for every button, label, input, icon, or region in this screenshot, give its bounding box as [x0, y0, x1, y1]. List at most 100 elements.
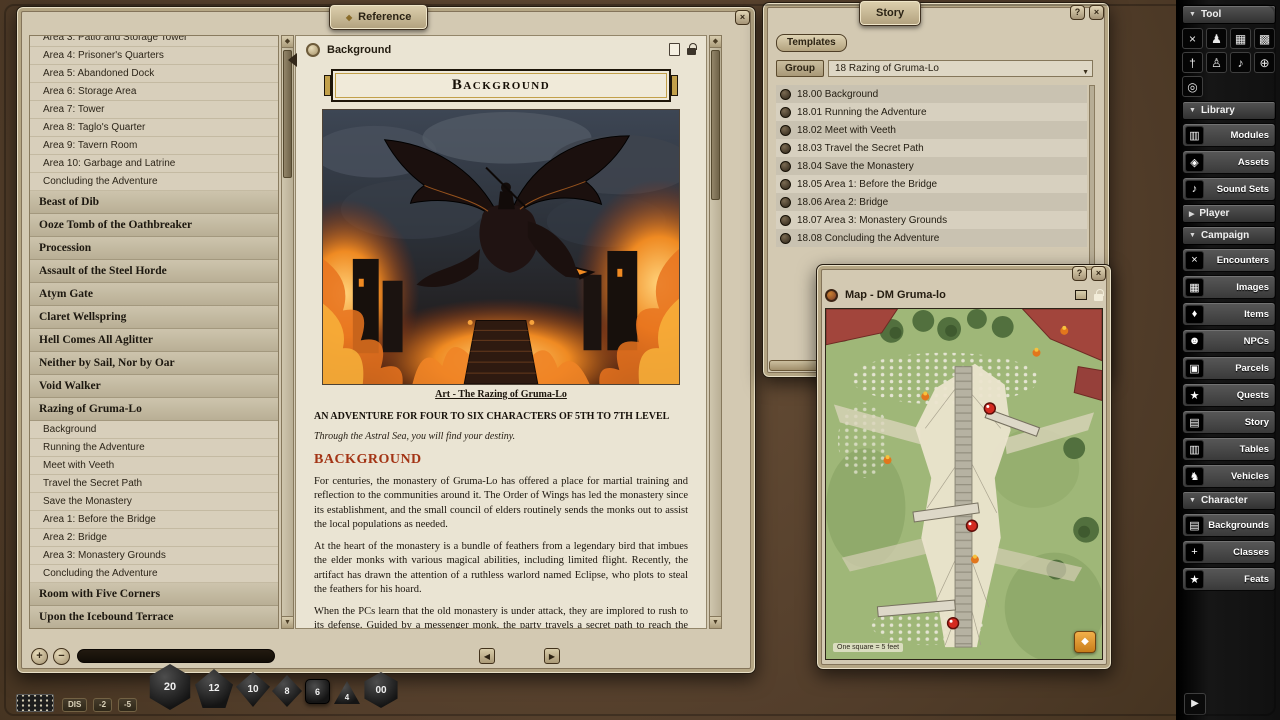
die-d4[interactable]: 4: [334, 680, 360, 705]
story-entry[interactable]: 18.03 Travel the Secret Path: [776, 139, 1087, 157]
lock-icon[interactable]: [687, 48, 696, 55]
dice-tower-icon[interactable]: ▩: [1254, 28, 1275, 49]
collapse-toc-button[interactable]: [288, 53, 297, 67]
sidebar-item-parcels[interactable]: ▣ Parcels: [1182, 356, 1276, 380]
toc-item[interactable]: Claret Wellspring: [30, 306, 278, 329]
die-d12[interactable]: 12: [195, 669, 233, 708]
toc-scroll-down-icon[interactable]: ▼: [282, 616, 293, 628]
toc-item[interactable]: Upon the Icebound Terrace: [30, 606, 278, 629]
toc-item[interactable]: Running the Adventure: [30, 439, 278, 457]
modifier-dis[interactable]: DIS: [62, 698, 87, 712]
toc-item[interactable]: Concluding the Adventure: [30, 565, 278, 583]
story-entry[interactable]: 18.08 Concluding the Adventure: [776, 229, 1087, 247]
toc-item[interactable]: Razing of Gruma-Lo: [30, 398, 278, 421]
toc-item[interactable]: Area 6: Storage Area: [30, 83, 278, 101]
sidebar-section-campaign[interactable]: ▼ Campaign: [1182, 226, 1276, 245]
map-lock-icon[interactable]: [1094, 294, 1103, 301]
story-entry[interactable]: 18.02 Meet with Veeth: [776, 121, 1087, 139]
toc-item[interactable]: Void Walker: [30, 375, 278, 398]
modifier-minus-2[interactable]: -2: [93, 698, 112, 712]
die-d100[interactable]: 00: [363, 672, 399, 708]
sidebar-item-sound-sets[interactable]: ♪ Sound Sets: [1182, 177, 1276, 201]
sidebar-item-encounters[interactable]: × Encounters: [1182, 248, 1276, 272]
page-scrollbar-thumb[interactable]: [711, 50, 720, 200]
sidebar-item-tables[interactable]: ▥ Tables: [1182, 437, 1276, 461]
reference-close-button[interactable]: ×: [735, 10, 750, 25]
reference-window-tab[interactable]: ◆ Reference: [329, 4, 428, 30]
sidebar-item-feats[interactable]: ★ Feats: [1182, 567, 1276, 591]
toc-item[interactable]: Area 9: Tavern Room: [30, 137, 278, 155]
die-d6[interactable]: 6: [305, 679, 330, 704]
targeting-icon[interactable]: ◎: [1182, 76, 1203, 97]
zoom-in-button[interactable]: +: [31, 648, 48, 665]
sidebar-item-quests[interactable]: ★ Quests: [1182, 383, 1276, 407]
die-d20[interactable]: 20: [148, 664, 192, 710]
page-scrollbar[interactable]: ◆ ▼: [709, 35, 722, 629]
map-pan-button[interactable]: ◆: [1074, 631, 1096, 653]
story-entry[interactable]: 18.07 Area 3: Monastery Grounds: [776, 211, 1087, 229]
map-close-button[interactable]: ×: [1091, 266, 1106, 281]
share-window-icon[interactable]: [669, 43, 680, 56]
toc-item[interactable]: Area 8: Taglo's Quarter: [30, 119, 278, 137]
story-entry[interactable]: 18.00 Background: [776, 85, 1087, 103]
sidebar-item-classes[interactable]: + Classes: [1182, 540, 1276, 564]
calendar-icon[interactable]: ▦: [1230, 28, 1251, 49]
toc-item[interactable]: Beast of Dib: [30, 191, 278, 214]
story-entry[interactable]: 18.06 Area 2: Bridge: [776, 193, 1087, 211]
chat-window-minimized[interactable]: [16, 694, 54, 712]
story-close-button[interactable]: ×: [1089, 5, 1104, 20]
art-caption-link[interactable]: Art - The Razing of Gruma-Lo: [296, 389, 706, 400]
group-label-button[interactable]: Group: [776, 60, 824, 77]
toc-item[interactable]: Area 4: Prisoner's Quarters: [30, 47, 278, 65]
crossed-swords-icon[interactable]: ×: [1182, 28, 1203, 49]
toc-item[interactable]: Assault of the Steel Horde: [30, 260, 278, 283]
story-entry[interactable]: 18.05 Area 1: Before the Bridge: [776, 175, 1087, 193]
toc-scrollbar-thumb[interactable]: [283, 50, 292, 178]
toc-item[interactable]: Area 7: Tower: [30, 101, 278, 119]
toc-item[interactable]: Neither by Sail, Nor by Oar: [30, 352, 278, 375]
sidebar-item-backgrounds[interactable]: ▤ Backgrounds: [1182, 513, 1276, 537]
play-button[interactable]: ▶: [1184, 693, 1206, 715]
page-link-token[interactable]: [306, 43, 320, 57]
toc-item[interactable]: Room with Five Corners: [30, 583, 278, 606]
zoom-out-button[interactable]: −: [53, 648, 70, 665]
die-d8[interactable]: 8: [272, 675, 302, 707]
story-entry[interactable]: 18.01 Running the Adventure: [776, 103, 1087, 121]
toc-item[interactable]: Area 10: Garbage and Latrine: [30, 155, 278, 173]
sidebar-item-modules[interactable]: ▥ Modules: [1182, 123, 1276, 147]
toc-item[interactable]: Meet with Veeth: [30, 457, 278, 475]
toc-item[interactable]: Area 3: Monastery Grounds: [30, 547, 278, 565]
modifier-minus-5[interactable]: -5: [118, 698, 137, 712]
adventure-art-image[interactable]: [322, 109, 680, 385]
toc-item[interactable]: Area 2: Bridge: [30, 529, 278, 547]
sidebar-section-library[interactable]: ▼ Library: [1182, 101, 1276, 120]
toc-scroll-up-icon[interactable]: ◆: [282, 36, 293, 48]
toc-item[interactable]: Area 1: Before the Bridge: [30, 511, 278, 529]
pregen-characters-icon[interactable]: ♙: [1206, 52, 1227, 73]
templates-button[interactable]: Templates: [776, 34, 847, 52]
sound-icon[interactable]: ♪: [1230, 52, 1251, 73]
party-icon[interactable]: ♟: [1206, 28, 1227, 49]
effects-icon[interactable]: †: [1182, 52, 1203, 73]
toc-item[interactable]: Hell Comes All Aglitter: [30, 329, 278, 352]
story-help-button[interactable]: ?: [1070, 5, 1085, 20]
toc-item[interactable]: Area 3: Patio and Storage Tower: [30, 35, 278, 47]
group-dropdown[interactable]: 18 Razing of Gruma-Lo ▼: [828, 60, 1093, 77]
map-link-token[interactable]: [825, 289, 838, 302]
toc-item[interactable]: Atym Gate: [30, 283, 278, 306]
toc-item[interactable]: Save the Monastery: [30, 493, 278, 511]
sidebar-item-images[interactable]: ▦ Images: [1182, 275, 1276, 299]
sidebar-item-items[interactable]: ♦ Items: [1182, 302, 1276, 326]
toc-item[interactable]: Ooze Tomb of the Oathbreaker: [30, 214, 278, 237]
page-scroll-up-icon[interactable]: ◆: [710, 36, 721, 48]
toc-item[interactable]: Concluding the Adventure: [30, 173, 278, 191]
sidebar-item-npcs[interactable]: ☻ NPCs: [1182, 329, 1276, 353]
page-scroll-down-icon[interactable]: ▼: [710, 616, 721, 628]
sidebar-item-assets[interactable]: ◈ Assets: [1182, 150, 1276, 174]
toc-item[interactable]: Background: [30, 421, 278, 439]
sidebar-item-vehicles[interactable]: ♞ Vehicles: [1182, 464, 1276, 488]
map-help-button[interactable]: ?: [1072, 266, 1087, 281]
toc-scrollbar[interactable]: ◆ ▼: [281, 35, 294, 629]
sidebar-item-story[interactable]: ▤ Story: [1182, 410, 1276, 434]
options-icon[interactable]: ⊕: [1254, 52, 1275, 73]
